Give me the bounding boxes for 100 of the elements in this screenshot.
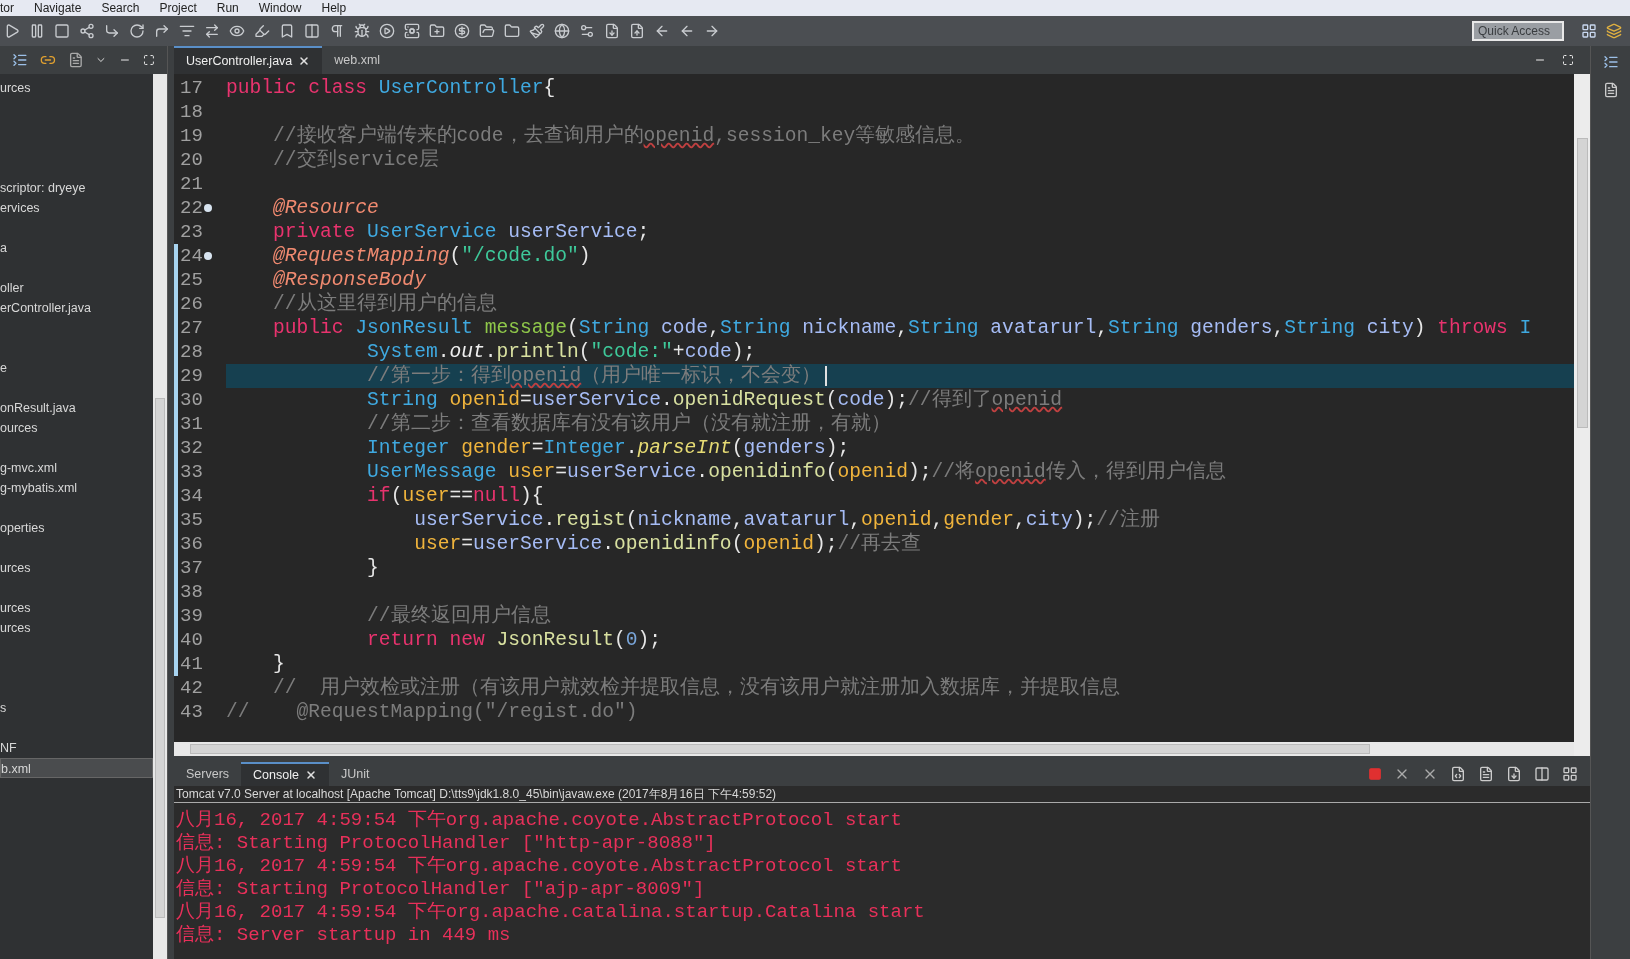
line-number: 24 (179, 243, 203, 269)
tree-item[interactable]: s (0, 698, 153, 718)
tree-item[interactable]: urces (0, 618, 153, 638)
line-number: 17 (179, 75, 203, 101)
line-number: 36 (179, 531, 203, 557)
code-line: if(user==null){ (366, 484, 544, 508)
tree-item[interactable]: NF (0, 738, 153, 758)
folder-icon[interactable] (504, 23, 520, 39)
stop-icon[interactable] (54, 23, 70, 39)
line-number: 28 (179, 339, 203, 365)
quick-access-field[interactable]: Quick Access (1472, 21, 1564, 41)
line-number: 30 (179, 387, 203, 413)
line-number: 41 (179, 651, 203, 677)
code-line: //第二步：查看数据库有没有该用户（没有就注册，有就） (366, 412, 891, 436)
line-number: 31 (179, 411, 203, 437)
close-icon[interactable] (304, 769, 317, 781)
menu-item[interactable]: Navigate (34, 0, 82, 17)
coin-icon[interactable] (454, 23, 470, 39)
tree-item[interactable]: urces (0, 78, 153, 98)
tab[interactable]: web.xml (322, 46, 393, 74)
line-number: 21 (179, 171, 203, 197)
tree-item[interactable]: g-mybatis.xml (0, 478, 153, 498)
code-line: //接收客户端传来的code，去查询用户的openid,session_key等敏感信息。 (272, 124, 976, 148)
tab[interactable]: UserController.java (174, 46, 323, 74)
file-up-icon[interactable] (629, 23, 645, 39)
menu-item[interactable]: Help (321, 0, 347, 17)
line-number: 40 (179, 627, 203, 653)
menu-item[interactable]: tor (0, 0, 14, 17)
console-line: 信息: Starting ProtocolHandler ["http-apr-8088"] (176, 832, 717, 855)
code-line: return new JsonResult(0); (366, 628, 662, 652)
pause-icon[interactable] (29, 23, 45, 39)
document-icon[interactable] (1450, 766, 1466, 782)
line-number: 33 (179, 459, 203, 485)
maximize-icon[interactable] (1562, 54, 1574, 66)
horizontal-scrollbar[interactable] (174, 742, 1574, 756)
run-icon[interactable] (379, 23, 395, 39)
line-number: 43 (179, 699, 203, 725)
code-line: //从这里得到用户的信息 (272, 292, 497, 316)
menu-item[interactable]: Search (101, 0, 140, 17)
tree-item[interactable]: a (0, 238, 153, 258)
open-folder-icon[interactable] (479, 23, 495, 39)
menu-item[interactable]: Window (258, 0, 302, 17)
maximize-icon[interactable] (143, 54, 155, 66)
fold-icon[interactable] (203, 204, 212, 212)
tree-item[interactable]: g-mvc.xml (0, 458, 153, 478)
settings-icon[interactable] (579, 23, 595, 39)
line-number: 29 (179, 363, 203, 389)
globe-icon[interactable] (554, 23, 570, 39)
line-number: 22 (179, 195, 203, 221)
menu-item[interactable]: Project (159, 0, 197, 17)
new-folder-icon[interactable] (429, 23, 445, 39)
tree-item[interactable]: erController.java (0, 298, 153, 318)
tree-item[interactable]: urces (0, 598, 153, 618)
swap-icon[interactable] (204, 23, 220, 39)
code-line: @ResponseBody (272, 268, 426, 292)
tree-item[interactable]: b.xml (0, 758, 153, 778)
code-line: private UserService userService; (272, 220, 650, 244)
list-icon[interactable] (179, 23, 195, 39)
tab[interactable]: Console (241, 762, 329, 786)
pilcrow-icon[interactable] (329, 23, 345, 39)
columns-icon[interactable] (304, 23, 320, 39)
tab[interactable]: Servers (174, 762, 242, 786)
tree-item[interactable]: operties (0, 518, 153, 538)
code-line: // 用户效检或注册（有该用户就效检并提取信息，没有该用户就注册加入数据库，并提取信息 (272, 676, 1121, 700)
bookmark-icon[interactable] (279, 23, 295, 39)
resume-icon[interactable] (4, 23, 20, 39)
tree-item[interactable]: urces (0, 558, 153, 578)
code-line: } (272, 652, 285, 676)
code-line: //交到service层 (272, 148, 439, 172)
tree-item[interactable]: onResult.java (0, 398, 153, 418)
forward-icon[interactable] (704, 23, 720, 39)
eye-icon[interactable] (229, 23, 245, 39)
close-icon[interactable] (298, 55, 311, 67)
back-icon[interactable] (654, 23, 670, 39)
tree-item[interactable]: scriptor: dryeye (0, 178, 153, 198)
vertical-scrollbar[interactable] (1574, 74, 1590, 756)
tab[interactable]: JUnit (328, 762, 382, 786)
brush-icon[interactable] (529, 23, 545, 39)
code-line: public JsonResult message(String code,String nickname,String avatarurl,String genders,String city) throws I (272, 316, 1532, 340)
line-number: 37 (179, 555, 203, 581)
tree-item[interactable]: e (0, 358, 153, 378)
tree-item[interactable]: ources (0, 418, 153, 438)
tree-item[interactable]: oller (0, 278, 153, 298)
console-line: 信息: Server startup in 449 ms (176, 924, 512, 947)
back-icon[interactable] (679, 23, 695, 39)
highlighter-icon[interactable] (254, 23, 270, 39)
text-cursor (825, 366, 828, 386)
tree-item[interactable]: ervices (0, 198, 153, 218)
outline-icon[interactable] (1602, 54, 1619, 70)
code-line: UserMessage user=userService.openidinfo(openid);//将openid传入，得到用户信息 (366, 460, 1226, 484)
line-number: 32 (179, 435, 203, 461)
fold-icon[interactable] (203, 252, 212, 260)
line-number: 20 (179, 147, 203, 173)
scrollbar[interactable] (153, 74, 167, 959)
menu-item[interactable]: Run (216, 0, 239, 17)
line-number: 34 (179, 483, 203, 509)
file-down-icon[interactable] (604, 23, 620, 39)
debug-icon[interactable] (354, 23, 370, 39)
line-number: 39 (179, 603, 203, 629)
line-number: 25 (179, 267, 203, 293)
